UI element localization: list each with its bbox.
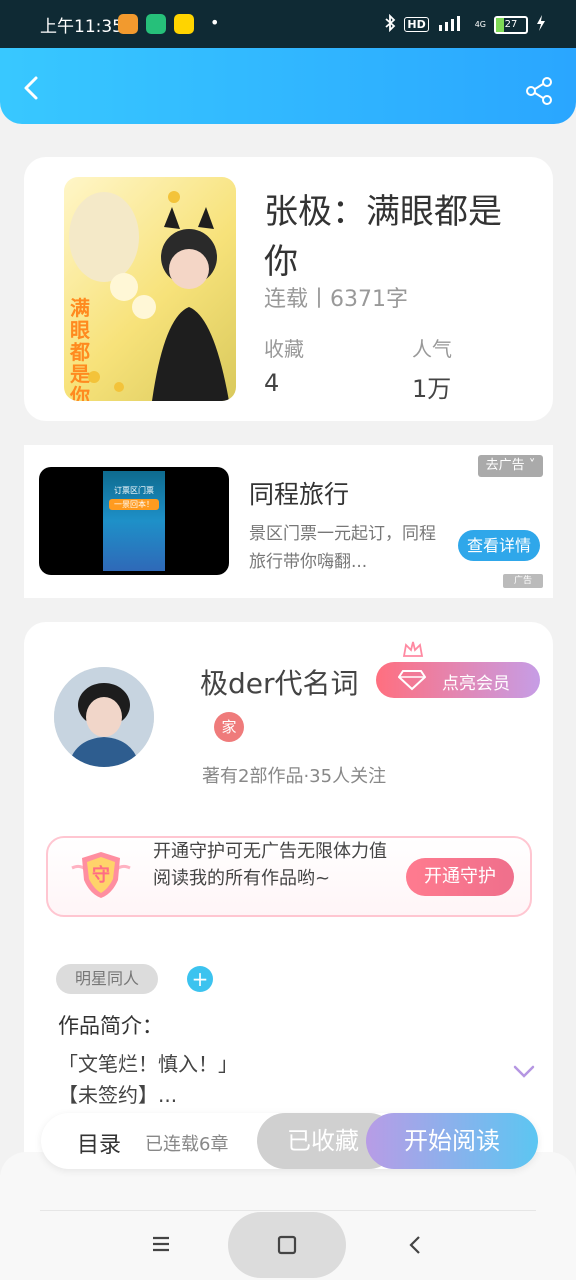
- more-dot-icon: •: [210, 13, 220, 32]
- start-reading-button[interactable]: 开始阅读: [366, 1113, 538, 1169]
- author-avatar[interactable]: [54, 667, 154, 767]
- vip-button[interactable]: 点亮会员: [376, 641, 540, 698]
- shield-icon: [146, 14, 166, 34]
- ad-detail-button[interactable]: 查看详情: [458, 530, 540, 561]
- toc-button[interactable]: 目录: [77, 1127, 121, 1159]
- ad-thumb-text-1: 订票区门票: [114, 486, 154, 495]
- favorites-label: 收藏: [264, 337, 304, 361]
- ad-title: 同程旅行: [249, 480, 350, 509]
- remove-ad-button[interactable]: 去广告 ˅: [478, 455, 543, 477]
- guard-text: 开通守护可无广告无限体力值阅读我的所有作品哟~: [153, 841, 387, 889]
- vip-button-label: 点亮会员: [442, 674, 510, 694]
- back-icon: [409, 1236, 420, 1254]
- home-button[interactable]: [275, 1234, 299, 1260]
- add-tag-button[interactable]: +: [187, 966, 213, 992]
- avatar-image: [54, 667, 154, 767]
- notification-icons: •: [118, 14, 219, 34]
- tag-star-fanfic[interactable]: 明星同人: [56, 964, 158, 994]
- charging-icon: [536, 15, 546, 34]
- hd-icon: HD: [404, 17, 429, 32]
- bottom-action-bar: 目录 已连载6章 已收藏 开始阅读: [41, 1113, 538, 1169]
- status-time: 上午11:35: [40, 17, 123, 37]
- remove-ad-label: 去广告: [485, 458, 525, 473]
- menu-button[interactable]: [150, 1234, 172, 1258]
- share-button[interactable]: [524, 76, 554, 106]
- crown-icon: [402, 640, 424, 663]
- book-info-card: 满眼都是你 张极：满眼都是你 连载丨6371字 收藏 4 人气 1万: [24, 157, 553, 421]
- bluetooth-icon: [384, 13, 396, 35]
- system-icons: HD 4G 27: [384, 13, 546, 35]
- chevron-down-icon: ˅: [524, 458, 536, 473]
- nav-back-button[interactable]: [405, 1234, 425, 1260]
- intro-line-1: 「文笔烂！慎入！」: [58, 1052, 238, 1076]
- ad-description: 景区门票一元起订，同程旅行带你嗨翻...: [249, 524, 436, 572]
- battery-level: 27: [504, 18, 518, 30]
- top-header: [0, 48, 576, 124]
- author-meta: 著有2部作品·35人关注: [202, 766, 387, 787]
- author-card: 极der代名词 点亮会员 家 著有2部作品·35人关注 守 开通守护可无广告无限…: [24, 622, 553, 1182]
- menu-icon: [153, 1236, 169, 1252]
- book-cover[interactable]: 满眼都是你: [64, 177, 236, 401]
- status-bar: 上午11:35 • HD 4G 27: [0, 0, 576, 48]
- favorites-value: 4: [264, 369, 280, 397]
- ad-thumbnail[interactable]: 订票区门票 一景回本！: [39, 467, 229, 575]
- ad-banner[interactable]: 订票区门票 一景回本！ 同程旅行 景区门票一元起订，同程旅行带你嗨翻... 去广…: [24, 445, 553, 598]
- popularity-label: 人气: [412, 337, 452, 361]
- book-title: 张极：满眼都是你: [264, 192, 502, 282]
- signal-icon: [437, 15, 467, 34]
- author-name: 极der代名词: [200, 667, 359, 700]
- ad-thumb-poster: 订票区门票 一景回本！: [103, 471, 165, 571]
- network-label: 4G: [474, 20, 486, 29]
- author-badge: 家: [214, 712, 244, 742]
- intro-line-2: 【未签约】...: [58, 1083, 178, 1107]
- guard-badge-text: 守: [92, 865, 110, 886]
- back-button[interactable]: [18, 74, 46, 102]
- weibo-icon: [118, 14, 138, 34]
- ad-thumb-text-2: 一景回本！: [109, 499, 159, 510]
- home-icon: [277, 1235, 297, 1255]
- diamond-icon: [397, 669, 427, 696]
- battery-icon: 27: [494, 15, 528, 34]
- book-status: 连载丨6371字: [264, 287, 408, 312]
- intro-label: 作品简介：: [58, 1014, 163, 1038]
- system-nav-bar: [0, 1152, 576, 1280]
- qq-icon: [174, 14, 194, 34]
- cover-title-text: 满眼都是你: [70, 296, 90, 401]
- guard-button[interactable]: 开通守护: [406, 858, 514, 896]
- chevron-left-icon: [24, 76, 38, 100]
- intro-text: 「文笔烂！慎入！」 【未签约】...: [58, 1049, 498, 1111]
- nav-divider: [40, 1210, 536, 1211]
- popularity-value: 1万: [412, 375, 452, 403]
- share-icon: [526, 77, 552, 105]
- chapter-count: 已连载6章: [145, 1134, 229, 1155]
- guard-promo: 守 开通守护可无广告无限体力值阅读我的所有作品哟~ 开通守护: [46, 836, 532, 917]
- expand-intro-button[interactable]: [512, 1064, 536, 1080]
- ad-tag: 广告: [503, 574, 543, 588]
- chevron-down-icon: [513, 1065, 535, 1078]
- guard-shield-icon: 守: [68, 848, 134, 906]
